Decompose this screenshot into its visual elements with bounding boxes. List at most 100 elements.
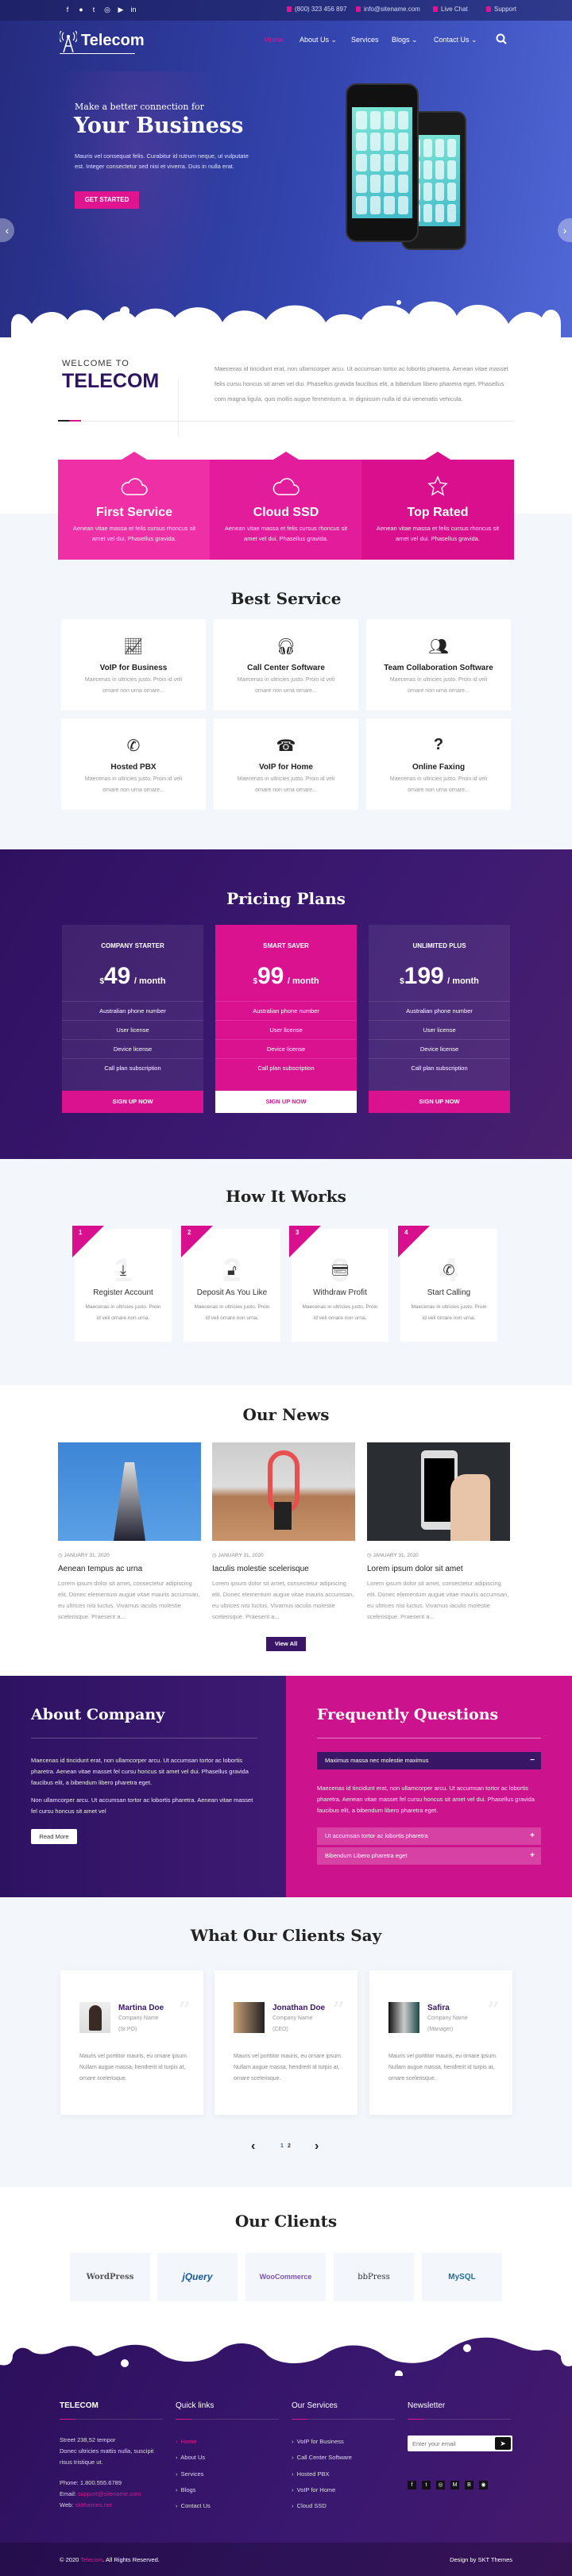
search-icon[interactable] [496,33,507,44]
footer-address: Street 238,52 tempor [60,2436,116,2443]
design-credit[interactable]: Design by SKT Themes [450,2556,512,2563]
footer-brand-title: TELECOM [60,2401,99,2410]
nav-blogs[interactable]: Blogs ⌄ [392,36,418,44]
medium-icon[interactable]: M [450,2481,459,2489]
footer-service-link[interactable]: › Cloud SSD [292,2502,327,2509]
logo[interactable]: Telecom [60,30,145,54]
view-all-button[interactable]: View All [266,1637,306,1651]
client-logo-woocommerce[interactable]: WooCommerce [245,2253,326,2301]
client-logo-bbpress[interactable]: bbPress [334,2253,414,2301]
topbar-email[interactable]: info@sitename.com [356,6,420,13]
footer-divider [176,2419,279,2420]
sign-up-button[interactable]: SIGN UP NOW [215,1091,357,1113]
client-logo-jquery[interactable]: jQuery [157,2253,238,2301]
instagram-icon[interactable]: ◎ [436,2481,445,2489]
about-paragraph-1: Maecenas id tincidunt erat, non ullamcor… [31,1757,249,1786]
news-image-cable[interactable] [212,1442,355,1541]
service-card[interactable]: ✆ Hosted PBX Maecenas in ultricies justo. … [61,718,206,810]
slider-prev-arrow[interactable]: ‹ [0,218,14,242]
service-title: Hosted PBX [110,763,157,772]
service-text: Maecenas in ultricies justo. Proin id ve… [389,776,488,793]
footer-service-link[interactable]: › Call Center Software [292,2454,352,2461]
send-icon[interactable]: ➤ [495,2437,511,2450]
client-logo-mysql[interactable]: MySQL [422,2253,502,2301]
youtube-icon[interactable]: ▶ [117,6,125,14]
sign-up-button[interactable]: SIGN UP NOW [62,1091,203,1113]
twitter-icon[interactable]: t [422,2481,431,2489]
nav-services[interactable]: Services [351,36,379,44]
price-amount: 49 [104,963,131,989]
feature-title: Cloud SSD [253,506,319,519]
news-post[interactable]: ◷ JANUARY 31, 2020 Aenean tempus ac urna… [58,1442,201,1623]
footer-web-link[interactable]: sktthemes.net [75,2501,112,2509]
footer-email-link[interactable]: support@sitename.com [78,2490,141,2497]
post-date: ◷ JANUARY 31, 2020 [58,1553,110,1558]
plan-name: UNLIMITED PLUS [412,942,466,949]
next-page-button[interactable]: › [315,2139,319,2154]
prev-page-button[interactable]: ‹ [251,2139,255,2154]
footer-service-link[interactable]: › Hosted PBX [292,2470,330,2478]
post-title[interactable]: Iaculis molestie scelerisque [212,1565,355,1573]
news-post[interactable]: ◷ JANUARY 31, 2020 Lorem ipsum dolor sit… [367,1442,510,1623]
behance-icon[interactable]: B [465,2481,473,2489]
faq-question-open[interactable]: Maximus massa nec molestie maximus − [317,1752,541,1769]
sign-up-button[interactable]: SIGN UP NOW [369,1091,510,1113]
hero-pretitle: Make a better connection for [75,102,204,112]
topbar-live-chat[interactable]: Live Chat [433,6,468,13]
price-amount: 99 [257,963,284,989]
post-title[interactable]: Aenean tempus ac urna [58,1565,201,1573]
nav-home[interactable]: Home [265,36,284,44]
footer-link-home[interactable]: › Home [176,2438,197,2445]
plan-feature: Call plan subscription [369,1058,510,1077]
linkedin-icon[interactable]: in [129,6,137,14]
page-2[interactable]: 2 [288,2143,291,2149]
news-post[interactable]: ◷ JANUARY 31, 2020 Iaculis molestie scel… [212,1442,355,1623]
faq-question[interactable]: Bibendum Libero pharetra eget + [317,1847,541,1865]
topbar-phone[interactable]: (800) 323 456 897 [287,6,346,13]
faq-title: Frequently Questions [317,1706,499,1723]
step-title: Register Account [93,1288,153,1297]
news-image-tower[interactable] [58,1442,201,1541]
footer-quick-links-title: Quick links [176,2401,214,2410]
read-more-button[interactable]: Read More [31,1829,77,1844]
instagram-icon[interactable]: ◎ [103,6,111,14]
post-title[interactable]: Lorem ipsum dolor sit amet [367,1565,510,1573]
footer-service-link[interactable]: › VoIP for Business [292,2438,344,2445]
footer-link-services[interactable]: › Services [176,2470,203,2478]
footer-service-link[interactable]: › VoIP for Home [292,2486,335,2493]
service-card[interactable]: 🎧︎ Call Center Software Maecenas in ultric… [214,619,358,710]
service-card[interactable]: 📈︎ VoIP for Business Maecenas in ultricies… [61,619,206,710]
plan-feature: Device license [369,1039,510,1058]
service-card[interactable]: ☎ VoIP for Home Maecenas in ultricies just… [214,718,358,810]
nav-contact-us[interactable]: Contact Us ⌄ [434,36,477,44]
news-image-phone[interactable] [367,1442,510,1541]
facebook-icon[interactable]: f [408,2481,416,2489]
nav-about-us[interactable]: About Us ⌄ [300,36,337,44]
service-card[interactable]: 👥︎ Team Collaboration Software Maecenas in… [366,619,511,710]
plan-name: SMART SAVER [263,942,309,949]
testimonials-section: What Our Clients Say Martina Doe Company… [0,1897,572,2187]
topbar-support[interactable]: Support [486,6,516,13]
get-started-button[interactable]: GET STARTED [75,191,139,209]
welcome-text: Maecenas id tincidunt erat, non ullamcor… [214,365,508,402]
slider-next-arrow[interactable]: › [558,218,572,242]
dribbble-icon[interactable]: ◉ [479,2481,488,2489]
client-company: Company Name [427,2016,468,2021]
service-title: VoIP for Business [99,664,168,672]
client-logo-wordpress[interactable]: WordPress [70,2253,150,2301]
copyright-brand-link[interactable]: Telecom [80,2556,102,2563]
plan-company-starter: COMPANY STARTER $49 / month Australian p… [62,925,203,1113]
testimonial-text: Mauris vel porttitor mauris, eu ornare i… [79,2054,188,2081]
footer-web: Web: sktthemes.net [60,2501,113,2509]
twitter-icon[interactable]: t [90,6,98,14]
page-1[interactable]: 1 [280,2143,284,2149]
facebook-icon[interactable]: f [64,6,72,14]
service-card[interactable]: ? Online Faxing Maecenas in ultricies just… [366,718,511,810]
footer-link-about-us[interactable]: › About Us [176,2454,205,2461]
phone-icon: ✆ [443,1262,455,1278]
divider-accent [58,420,81,422]
faq-question[interactable]: Ut accumsan tortor ac lobortis pharetra + [317,1827,541,1845]
footer-link-blogs[interactable]: › Blogs [176,2486,195,2493]
footer-link-contact-us[interactable]: › Contact Us [176,2502,211,2509]
pinterest-icon[interactable]: ● [77,6,85,14]
